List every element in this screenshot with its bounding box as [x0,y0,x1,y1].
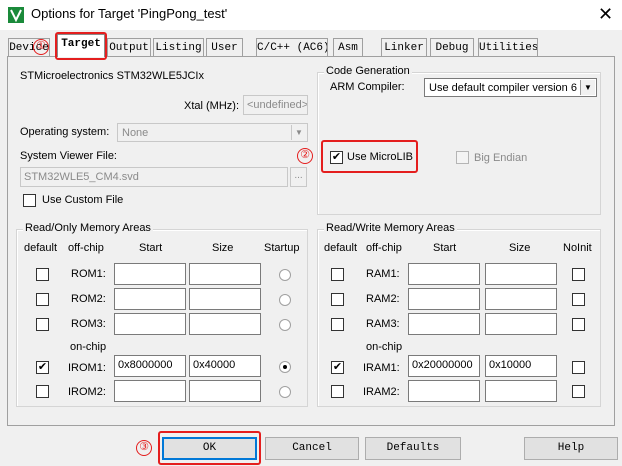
irom2-label: IROM2: [68,386,106,398]
ro-header-offchip: off-chip [68,242,104,254]
irom2-default-checkbox[interactable] [36,385,49,398]
ram3-noinit-checkbox[interactable] [572,318,585,331]
ram2-default-checkbox[interactable] [331,293,344,306]
iram1-noinit-checkbox[interactable] [572,361,585,374]
rom3-start-field[interactable] [114,313,186,335]
rom1-default-checkbox[interactable] [36,268,49,281]
rom1-startup-radio[interactable] [279,269,291,281]
ram2-label: RAM2: [366,293,400,305]
iram2-size-field[interactable] [485,380,557,402]
irom1-size-field[interactable]: 0x40000 [189,355,261,377]
irom2-startup-radio[interactable] [279,386,291,398]
code-generation-title: Code Generation [324,65,412,77]
os-label: Operating system: [20,126,110,138]
rom2-label: ROM2: [71,293,106,305]
rw-header-default: default [324,242,358,254]
iram2-start-field[interactable] [408,380,480,402]
irom2-size-field[interactable] [189,380,261,402]
irom2-start-field[interactable] [114,380,186,402]
ram3-label: RAM3: [366,318,400,330]
ro-memory-title: Read/Only Memory Areas [23,222,153,234]
ram2-start-field[interactable] [408,288,480,310]
cancel-button[interactable]: Cancel [265,437,359,460]
iram1-label: IRAM1: [363,362,400,374]
ro-onchip-label: on-chip [70,341,107,353]
rom3-startup-radio[interactable] [279,319,291,331]
big-endian-checkbox[interactable] [456,151,469,164]
iram2-default-checkbox[interactable] [331,385,344,398]
chevron-down-icon: ▼ [291,125,306,140]
irom1-start-field[interactable]: 0x8000000 [114,355,186,377]
ram1-default-checkbox[interactable] [331,268,344,281]
iram1-size-field[interactable]: 0x10000 [485,355,557,377]
irom1-label: IROM1: [68,362,106,374]
ram2-size-field[interactable] [485,288,557,310]
ro-header-size: Size [212,242,234,254]
ram3-default-checkbox[interactable] [331,318,344,331]
irom1-startup-radio[interactable] [279,361,291,373]
iram2-noinit-checkbox[interactable] [572,385,585,398]
ram3-size-field[interactable] [485,313,557,335]
compiler-select[interactable]: Use default compiler version 6 ▼ [424,78,597,97]
rom1-size-field[interactable] [189,263,261,285]
rw-onchip-label: on-chip [366,341,403,353]
chevron-down-icon: ▼ [580,80,595,95]
rom2-start-field[interactable] [114,288,186,310]
xtal-field[interactable]: <undefined> [243,95,308,115]
rw-header-offchip: off-chip [366,242,402,254]
os-select[interactable]: None ▼ [117,123,308,142]
rw-header-noinit: NoInit [563,242,592,254]
annotation-number-2: ② [297,148,313,164]
annotation-microlib-box [321,140,418,173]
defaults-button[interactable]: Defaults [365,437,461,460]
use-custom-file-label: Use Custom File [42,194,124,206]
xtal-label: Xtal (MHz): [184,100,239,112]
big-endian-label: Big Endian [474,152,528,164]
compiler-label: ARM Compiler: [330,81,405,93]
rw-memory-title: Read/Write Memory Areas [324,222,457,234]
annotation-ok-box [158,431,261,465]
rom3-label: ROM3: [71,318,106,330]
rw-header-start: Start [433,242,457,254]
rom2-startup-radio[interactable] [279,294,291,306]
iram1-default-checkbox[interactable]: ✔ [331,361,344,374]
rom2-size-field[interactable] [189,288,261,310]
ram1-start-field[interactable] [408,263,480,285]
ram1-noinit-checkbox[interactable] [572,268,585,281]
annotation-number-3: ③ [136,440,152,456]
ro-header-startup: Startup [264,242,300,254]
rom2-default-checkbox[interactable] [36,293,49,306]
rw-header-size: Size [509,242,531,254]
ram3-start-field[interactable] [408,313,480,335]
ram1-label: RAM1: [366,268,400,280]
ram2-noinit-checkbox[interactable] [572,293,585,306]
svd-browse-button[interactable]: ... [290,167,307,187]
device-name: STMicroelectronics STM32WLE5JCIx [20,70,204,82]
rom3-size-field[interactable] [189,313,261,335]
svd-label: System Viewer File: [20,150,117,162]
help-button[interactable]: Help [524,437,618,460]
rom3-default-checkbox[interactable] [36,318,49,331]
ro-header-default: default [24,242,58,254]
ro-header-start: Start [139,242,163,254]
iram2-label: IRAM2: [363,386,400,398]
irom1-default-checkbox[interactable]: ✔ [36,361,49,374]
iram1-start-field[interactable]: 0x20000000 [408,355,480,377]
ram1-size-field[interactable] [485,263,557,285]
svd-field[interactable]: STM32WLE5_CM4.svd [20,167,288,187]
rom1-label: ROM1: [71,268,106,280]
use-custom-file-checkbox[interactable] [23,194,36,207]
annotation-number-1: ① [33,39,49,55]
rom1-start-field[interactable] [114,263,186,285]
annotation-target-tab-box [55,32,107,60]
